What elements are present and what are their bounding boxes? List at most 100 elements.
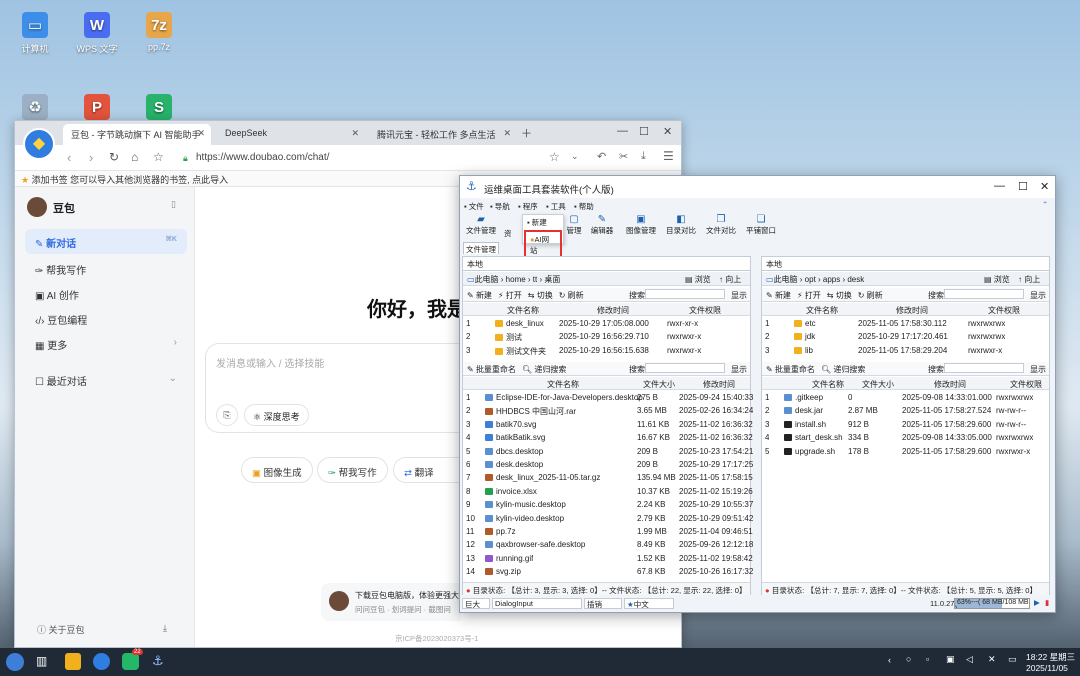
right-new-button[interactable]: ✎ 新建 <box>766 290 791 301</box>
toolbar-file-compare[interactable]: ❐ 文件对比 <box>704 214 738 236</box>
menu-icon[interactable]: ☰ <box>663 149 674 163</box>
table-row[interactable]: 5 dbcs.desktop 209 B 2025-10-23 17:54:21 <box>463 445 753 458</box>
table-row[interactable]: 13 running.gif 1.52 KB 2025-11-02 19:58:42 <box>463 552 753 565</box>
browser-icon[interactable] <box>93 653 110 670</box>
download-icon[interactable]: ⤓ <box>163 623 167 634</box>
reload-icon[interactable]: ↻ <box>109 150 119 164</box>
toolbar-resource[interactable]: 资 <box>504 228 512 239</box>
sidebar-toggle-icon[interactable]: ▯ <box>171 199 176 210</box>
image-gen-pill[interactable]: ▣ 图像生成 <box>241 457 313 483</box>
menu-program[interactable]: ▪ 程序 <box>518 201 538 212</box>
right-dir-search-input[interactable] <box>944 289 1024 299</box>
right-rename-button[interactable]: ✎ 批量重命名 <box>766 364 815 375</box>
desktop-icon-computer[interactable]: ▭ 计算机 <box>8 12 62 55</box>
table-row[interactable]: 2 jdk 2025-10-29 17:17:20.461 rwxrwxrwx <box>762 330 1049 343</box>
url-field[interactable]: https://www.doubao.com/chat/ <box>196 152 329 163</box>
clock-date[interactable]: 2025/11/05 <box>1026 663 1068 673</box>
new-tab-button[interactable]: ＋ <box>521 125 532 141</box>
about-link[interactable]: ⓘ 关于豆包 <box>37 623 85 636</box>
messenger-icon[interactable] <box>122 653 139 670</box>
tab-doubao[interactable]: 豆包 - 字节跳动旗下 AI 智能助手 ✕ <box>63 124 211 145</box>
download-banner[interactable]: 下载豆包电脑版，体验更强大的 问问豆包 · 划词提问 · 截图问 <box>321 583 467 621</box>
left-rename-button[interactable]: ✎ 批量重命名 <box>467 364 516 375</box>
menu-tools[interactable]: ▪ 工具 <box>546 201 566 212</box>
right-file-show-button[interactable]: 显示 <box>1030 364 1046 375</box>
right-dir-show-button[interactable]: 显示 <box>1030 290 1046 301</box>
tab-file-manager[interactable]: 文件管理 <box>463 242 499 254</box>
toolbar-manage[interactable]: ▢ 管理 <box>560 214 588 236</box>
tab-yuanbao[interactable]: 腾讯元宝 - 轻松工作 多点生活 ✕ <box>369 124 517 145</box>
minimize-button[interactable]: — <box>994 180 1005 192</box>
table-row[interactable]: 7 desk_linux_2025-11-05.tar.gz 135.94 MB 20… <box>463 471 753 484</box>
volume-icon[interactable]: ◁ <box>966 654 973 665</box>
table-row[interactable]: 1 desk_linux 2025-10-29 17:05:08.000 rwxr-x… <box>463 317 750 330</box>
left-up-button[interactable]: ↑ 向上 <box>719 274 741 285</box>
left-refresh-button[interactable]: ↻ 刷新 <box>559 290 584 301</box>
right-up-button[interactable]: ↑ 向上 <box>1018 274 1040 285</box>
translate-pill[interactable]: ⇄ 翻译 <box>393 457 461 483</box>
download-icon[interactable]: ⤓ <box>641 150 646 163</box>
left-file-show-button[interactable]: 显示 <box>731 364 747 375</box>
sidebar-item-coding[interactable]: ‹/› 豆包编程 <box>25 306 187 331</box>
chat-input[interactable]: 发消息或输入 / 选择技能 <box>216 355 324 370</box>
right-switch-button[interactable]: ⇆ 切换 <box>827 290 852 301</box>
home-icon[interactable]: ⌂ <box>131 150 138 164</box>
right-open-button[interactable]: ⚡ 打开 <box>797 290 821 301</box>
right-path-bar[interactable]: ▭此电脑 › opt › apps › desk ▤ 浏览 ↑ 向上 <box>762 272 1049 286</box>
table-row[interactable]: 9 kylin-music.desktop 2.24 KB 2025-10-29 10… <box>463 498 753 511</box>
display-icon[interactable]: ▭ <box>1008 654 1017 665</box>
tab-deepseek[interactable]: DeepSeek ✕ <box>217 124 365 145</box>
delete-icon[interactable]: ▮ <box>1045 598 1049 607</box>
sidebar-item-recent[interactable]: ☐ 最近对话 ⌄ <box>25 367 187 392</box>
toolbar-file-manager[interactable]: ▰ 文件管理 <box>466 214 496 236</box>
file-manager-icon[interactable] <box>65 653 81 670</box>
network-icon[interactable]: ▫ <box>926 654 929 664</box>
left-new-button[interactable]: ✎ 新建 <box>467 290 492 301</box>
avatar[interactable] <box>27 197 47 217</box>
sidebar-item-ai-create[interactable]: ▣ AI 创作 <box>25 281 187 306</box>
task-view-icon[interactable]: ▥ <box>36 654 47 668</box>
sidebar-item-writing[interactable]: ✑ 帮我写作 <box>25 256 187 281</box>
close-button[interactable]: ✕ <box>1040 180 1049 193</box>
forward-icon[interactable]: › <box>89 150 93 165</box>
left-switch-button[interactable]: ⇆ 切换 <box>528 290 553 301</box>
left-path-bar[interactable]: ▭此电脑 › home › tt › 桌面 ▤ 浏览 ↑ 向上 <box>463 272 750 286</box>
tool-app-icon[interactable]: ⚓ <box>152 653 164 669</box>
scissors-icon[interactable]: ✂ <box>619 150 628 163</box>
table-row[interactable]: 14 svg.zip 67.8 KB 2025-10-26 16:17:32 <box>463 565 753 578</box>
table-row[interactable]: 8 invoice.xlsx 10.37 KB 2025-11-02 15:19:26 <box>463 485 753 498</box>
chevron-down-icon[interactable]: ⌄ <box>571 151 579 162</box>
desktop-icon-wps-writer[interactable]: W WPS 文字 <box>70 12 124 55</box>
attach-icon[interactable]: ⎘ <box>216 404 238 426</box>
toolbar-image-manager[interactable]: ▣ 图像管理 <box>624 214 658 236</box>
table-row[interactable]: 12 qaxbrowser-safe.desktop 8.49 KB 2025-09-… <box>463 538 753 551</box>
run-icon[interactable]: ▶ <box>1034 598 1040 607</box>
sidebar-item-more[interactable]: ▦ 更多 › <box>25 331 187 356</box>
table-row[interactable]: 3 batik70.svg 11.61 KB 2025-11-02 16:36:32 <box>463 418 753 431</box>
maximize-button[interactable]: ☐ <box>1018 180 1028 193</box>
language-select[interactable]: ★中文 <box>624 598 674 609</box>
table-row[interactable]: 2 HHDBCS 中国山河.rar 3.65 MB 2025-02-26 16:34:… <box>463 404 753 417</box>
close-icon[interactable]: ✕ <box>351 128 359 139</box>
table-row[interactable]: 3 测试文件夹 2025-10-29 16:56:15.638 rwxrwxr-x <box>463 344 750 357</box>
left-recursive-search-button[interactable]: 🔍︎ 递归搜索 <box>522 364 566 375</box>
clock-time[interactable]: 18:22 星期三 <box>1026 651 1075 663</box>
browser-logo-icon[interactable]: ◆ <box>23 128 55 160</box>
toolbar-editor[interactable]: ✎ 编辑器 <box>588 214 616 236</box>
start-menu-icon[interactable] <box>6 653 24 671</box>
table-row[interactable]: 3 lib 2025-11-05 17:58:29.204 rwxrwxr-x <box>762 344 1049 357</box>
chat-input-box[interactable]: 发消息或输入 / 选择技能 ⎘ ⚛ 深度思考 <box>205 343 495 433</box>
right-recursive-search-button[interactable]: 🔍︎ 递归搜索 <box>821 364 865 375</box>
table-row[interactable]: 3 install.sh 912 B 2025-11-05 17:58:29.600 r… <box>762 418 1049 431</box>
table-row[interactable]: 5 upgrade.sh 178 B 2025-11-05 17:58:29.600 r… <box>762 445 1049 458</box>
close-button[interactable]: ✕ <box>663 125 672 138</box>
sidebar-item-new-chat[interactable]: ✎ 新对话 ⌘K <box>25 229 187 254</box>
menu-file[interactable]: ▪ 文件 <box>464 201 484 212</box>
size-select[interactable]: 巨大 <box>462 598 490 609</box>
right-refresh-button[interactable]: ↻ 刷新 <box>858 290 883 301</box>
deep-think-button[interactable]: ⚛ 深度思考 <box>244 404 309 426</box>
table-row[interactable]: 2 测试 2025-10-29 16:56:29.710 rwxrwxr-x <box>463 330 750 343</box>
font-select[interactable]: DialogInput <box>492 598 582 609</box>
right-browse-button[interactable]: ▤ 浏览 <box>984 274 1010 285</box>
toolbar-dir-compare[interactable]: ◧ 目录对比 <box>664 214 698 236</box>
